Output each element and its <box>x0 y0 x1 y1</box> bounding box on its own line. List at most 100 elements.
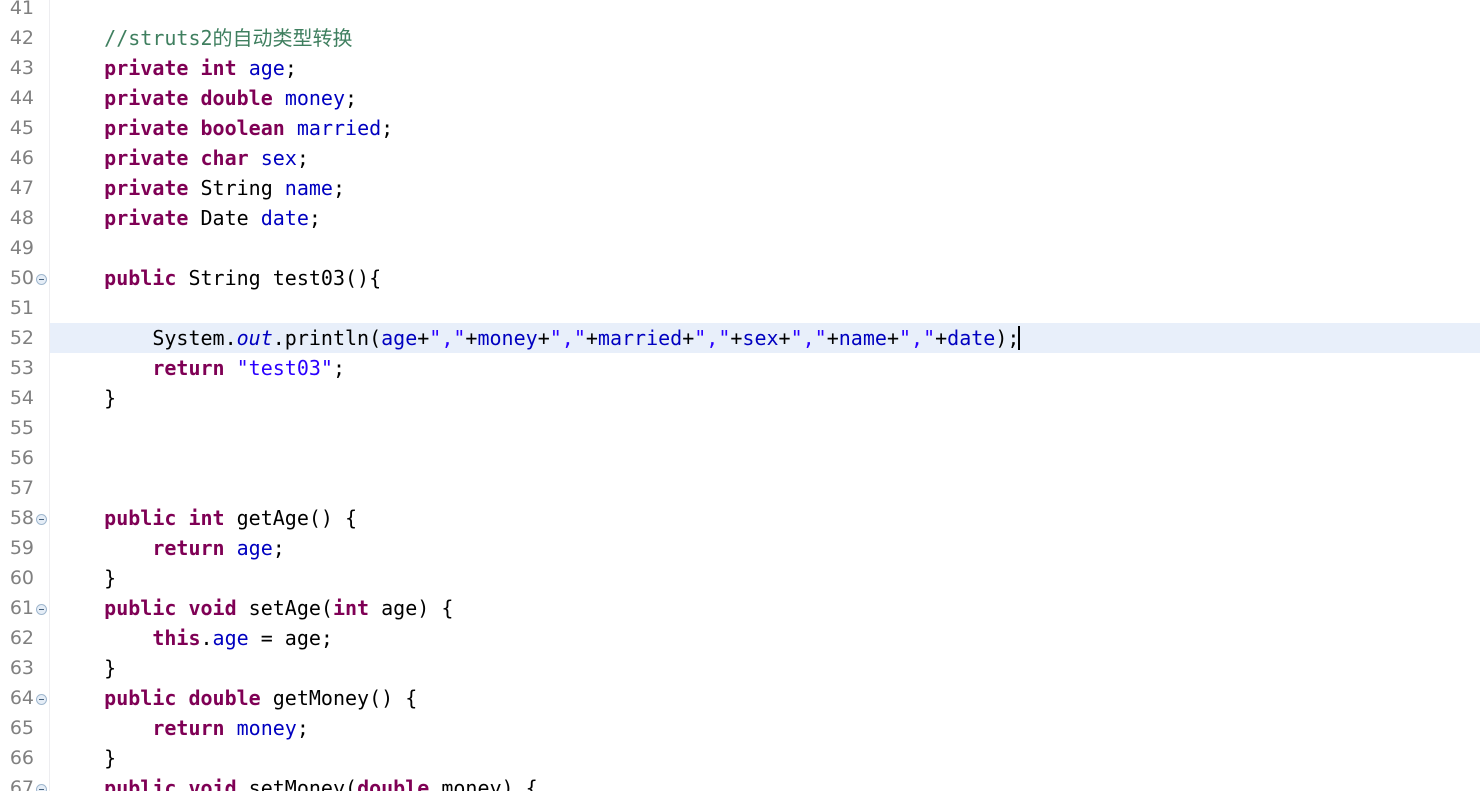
code-token-pl: + <box>778 326 791 350</box>
code-line[interactable]: 47 private String name; <box>0 173 1480 203</box>
code-lines-container[interactable]: 41 42 //struts2的自动类型转换 43 private int age;… <box>0 0 1480 791</box>
code-line[interactable]: 64 public double getMoney() { <box>0 683 1480 713</box>
code-line[interactable]: 45 private boolean married; <box>0 113 1480 143</box>
code-line[interactable]: 51 <box>0 293 1480 323</box>
code-line[interactable]: 60 } <box>0 563 1480 593</box>
code-line[interactable]: 67 public void setMoney(double money) { <box>0 773 1480 791</box>
code-token-kw: void <box>188 776 237 791</box>
line-number: 46 <box>9 147 34 169</box>
code-token-pl: + <box>682 326 695 350</box>
code-token-pl: ; <box>345 86 358 110</box>
code-text[interactable]: private boolean married; <box>56 113 393 143</box>
code-line[interactable]: 48 private Date date; <box>0 203 1480 233</box>
fold-collapse-icon[interactable] <box>36 274 47 285</box>
line-number: 53 <box>9 357 34 379</box>
code-line[interactable]: 65 return money; <box>0 713 1480 743</box>
code-text[interactable]: public void setMoney(double money) { <box>56 773 538 791</box>
code-text[interactable]: } <box>56 653 116 683</box>
code-token-kw: private <box>104 116 189 140</box>
line-number: 63 <box>9 657 34 679</box>
code-token-pl: age) { <box>369 596 454 620</box>
code-token-kw: return <box>152 536 225 560</box>
code-token-kw: private <box>104 56 189 80</box>
code-token-fld: date <box>260 206 309 230</box>
code-text[interactable]: private int age; <box>56 53 297 83</box>
line-number: 43 <box>9 57 34 79</box>
code-token-str: "," <box>790 326 827 350</box>
code-text[interactable]: public String test03(){ <box>56 263 381 293</box>
fold-collapse-icon[interactable] <box>36 604 47 615</box>
code-line[interactable]: 49 <box>0 233 1480 263</box>
code-text[interactable]: return age; <box>56 533 284 563</box>
code-token-kw: int <box>188 506 225 530</box>
code-text[interactable]: private double money; <box>56 83 357 113</box>
code-token-kw: private <box>104 176 189 200</box>
code-token-kw: private <box>104 206 189 230</box>
code-text[interactable]: } <box>56 563 116 593</box>
code-text[interactable]: return money; <box>56 713 309 743</box>
code-text[interactable]: } <box>56 383 116 413</box>
line-number: 64 <box>9 687 34 709</box>
code-line[interactable]: 44 private double money; <box>0 83 1480 113</box>
code-text[interactable]: public int getAge() { <box>56 503 357 533</box>
code-line[interactable]: 63 } <box>0 653 1480 683</box>
line-number: 50 <box>9 267 34 289</box>
code-text[interactable]: public void setAge(int age) { <box>56 593 453 623</box>
code-line[interactable]: 46 private char sex; <box>0 143 1480 173</box>
code-token-kw: int <box>332 596 370 620</box>
code-line[interactable]: 57 <box>0 473 1480 503</box>
code-text[interactable]: private String name; <box>56 173 345 203</box>
code-token-pl: getAge() { <box>224 506 358 530</box>
code-editor[interactable]: 41 42 //struts2的自动类型转换 43 private int age;… <box>0 0 1480 791</box>
line-number: 48 <box>9 207 34 229</box>
code-token-fld: married <box>597 326 683 350</box>
code-line[interactable]: 42 //struts2的自动类型转换 <box>0 23 1480 53</box>
code-line[interactable]: 53 return "test03"; <box>0 353 1480 383</box>
code-token-pl: + <box>417 326 430 350</box>
code-token-kw: public <box>104 686 177 710</box>
fold-collapse-icon[interactable] <box>36 784 47 791</box>
code-token-kw: boolean <box>200 116 285 140</box>
text-caret <box>1018 326 1021 350</box>
code-text[interactable]: private Date date; <box>56 203 321 233</box>
code-line[interactable]: 43 private int age; <box>0 53 1480 83</box>
code-line[interactable]: 59 return age; <box>0 533 1480 563</box>
code-token-fld: age <box>212 626 249 650</box>
code-text[interactable]: System.out.println(age+","+money+","+mar… <box>56 323 1021 353</box>
code-token-kw: private <box>104 86 189 110</box>
code-line[interactable]: 61 public void setAge(int age) { <box>0 593 1480 623</box>
code-line[interactable]: 56 <box>0 443 1480 473</box>
code-text[interactable]: this.age = age; <box>56 623 333 653</box>
code-line[interactable]: 54 } <box>0 383 1480 413</box>
code-line[interactable]: 58 public int getAge() { <box>0 503 1480 533</box>
code-text[interactable]: } <box>56 743 116 773</box>
code-line-current[interactable]: 52 System.out.println(age+","+money+","+… <box>0 323 1480 353</box>
code-token-pl: ; <box>332 356 345 380</box>
code-token-pl: ; <box>284 56 297 80</box>
code-line[interactable]: 50 public String test03(){ <box>0 263 1480 293</box>
code-text[interactable]: public double getMoney() { <box>56 683 417 713</box>
code-token-pl: } <box>56 656 117 680</box>
code-token-str: "," <box>898 326 936 350</box>
code-token-pl: ; <box>296 716 309 740</box>
code-line[interactable]: 55 <box>0 413 1480 443</box>
line-number: 54 <box>9 387 34 409</box>
code-text[interactable]: //struts2的自动类型转换 <box>56 23 352 53</box>
code-line[interactable]: 66 } <box>0 743 1480 773</box>
line-number: 57 <box>9 477 34 499</box>
code-text[interactable]: return "test03"; <box>56 353 345 383</box>
code-text[interactable]: private char sex; <box>56 143 309 173</box>
code-line[interactable]: 62 this.age = age; <box>0 623 1480 653</box>
code-line[interactable]: 41 <box>0 0 1480 23</box>
fold-collapse-icon[interactable] <box>36 694 47 705</box>
code-token-str: "," <box>694 326 731 350</box>
fold-collapse-icon[interactable] <box>36 514 47 525</box>
